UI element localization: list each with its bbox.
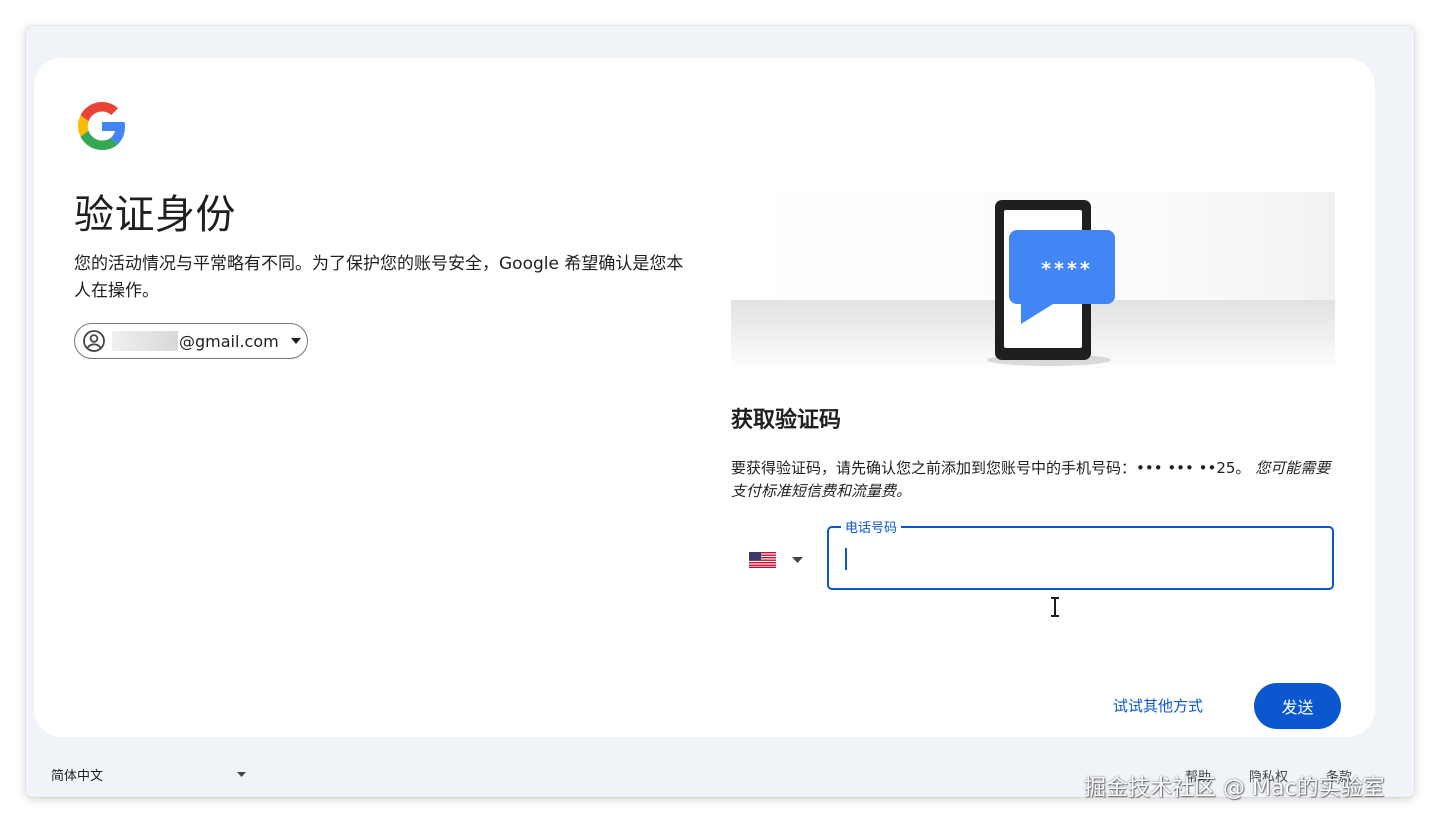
browser-window: 验证身份 您的活动情况与平常略有不同。为了保护您的账号安全，Google 希望确… xyxy=(26,26,1414,797)
page-title: 验证身份 xyxy=(74,192,236,238)
us-flag-icon xyxy=(749,552,776,568)
account-email: @gmail.com xyxy=(179,331,279,351)
page-description: 您的活动情况与平常略有不同。为了保护您的账号安全，Google 希望确认是您本人… xyxy=(74,254,684,301)
text-cursor xyxy=(845,548,847,570)
verification-info: 要获得验证码，请先确认您之前添加到您账号中的手机号码：••• ••• ••25。… xyxy=(731,457,1335,503)
ibeam-cursor-icon xyxy=(1051,597,1059,617)
phone-number-label: 电话号码 xyxy=(841,517,902,536)
phone-sms-illustration: **** xyxy=(731,192,1335,372)
email-redaction xyxy=(112,331,178,351)
sms-bubble-text: **** xyxy=(1041,258,1093,280)
send-button[interactable]: 发送 xyxy=(1254,683,1341,729)
chevron-down-icon xyxy=(237,771,246,777)
phone-number-input[interactable] xyxy=(843,542,1313,574)
google-logo-icon xyxy=(78,102,125,150)
signin-card: 验证身份 您的活动情况与平常略有不同。为了保护您的账号安全，Google 希望确… xyxy=(34,58,1375,737)
chevron-down-icon xyxy=(290,338,301,344)
account-circle-icon xyxy=(83,330,105,352)
country-selector[interactable] xyxy=(739,535,829,585)
watermark: 掘金技术社区 @ Mac的实验室 xyxy=(1084,776,1385,801)
language-label: 简体中文 xyxy=(51,768,104,784)
verification-info-text: 要获得验证码，请先确认您之前添加到您账号中的手机号码：••• ••• ••25。 xyxy=(731,459,1251,477)
chevron-down-icon xyxy=(792,557,803,563)
language-selector[interactable]: 简体中文 xyxy=(51,764,246,784)
account-chooser[interactable]: @gmail.com xyxy=(74,323,308,359)
phone-number-field[interactable]: 电话号码 xyxy=(827,517,1334,590)
section-title: 获取验证码 xyxy=(731,408,842,433)
try-another-way-button[interactable]: 试试其他方式 xyxy=(1100,682,1216,728)
